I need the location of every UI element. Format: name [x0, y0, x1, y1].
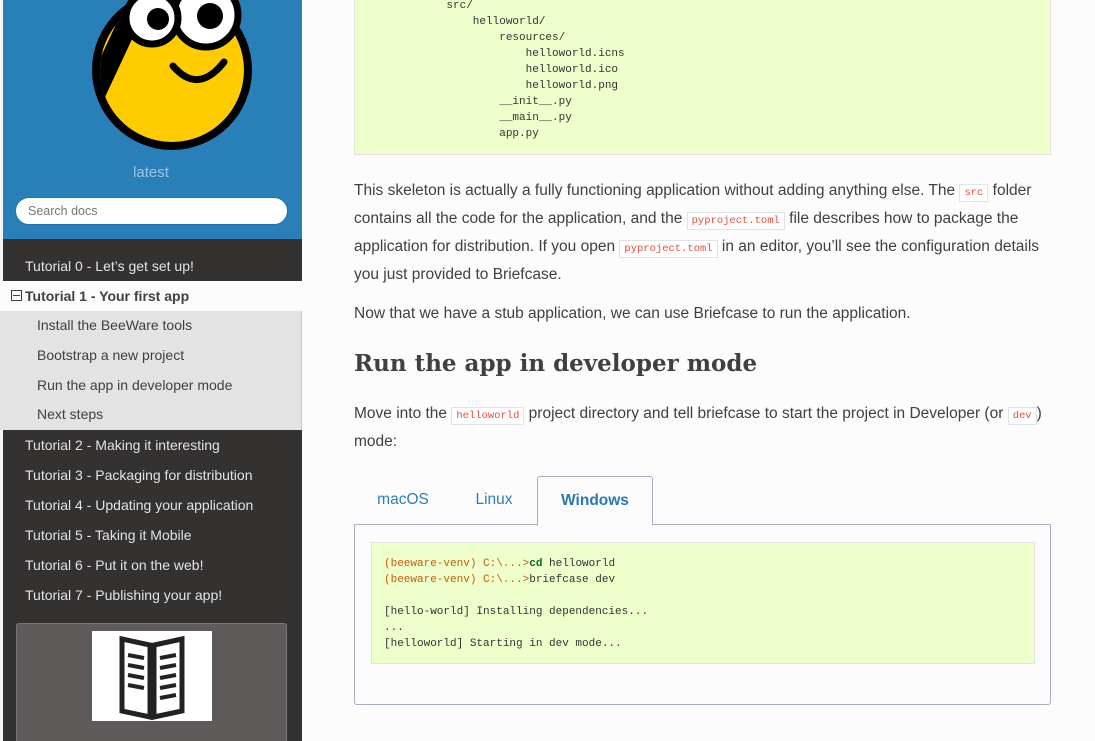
- command: briefcase dev: [529, 574, 616, 586]
- paragraph-move-into: Move into the helloworld project directo…: [354, 401, 1051, 454]
- nav-tutorial-5[interactable]: Tutorial 5 - Taking it Mobile: [0, 520, 302, 550]
- nav-label: Tutorial 4 - Updating your application: [25, 497, 254, 513]
- nav-label: Tutorial 5 - Taking it Mobile: [25, 527, 192, 543]
- console-code-block: (beeware-venv) C:\...>cd helloworld (bee…: [371, 542, 1035, 664]
- tree-line: src/: [420, 0, 473, 12]
- nav-tutorial-6[interactable]: Tutorial 6 - Put it on the web!: [0, 550, 302, 580]
- nav-tutorial-3[interactable]: Tutorial 3 - Packaging for distribution: [0, 460, 302, 490]
- subnav-label: Run the app in developer mode: [37, 376, 233, 393]
- section-heading: Run the app in developer mode: [354, 350, 758, 377]
- subnav-bootstrap-project[interactable]: Bootstrap a new project: [0, 340, 302, 371]
- book-icon: [119, 635, 185, 721]
- subnav-label: Install the BeeWare tools: [37, 317, 193, 333]
- output-line: ...: [384, 622, 404, 634]
- nav-tutorial-4[interactable]: Tutorial 4 - Updating your application: [0, 490, 302, 520]
- text: project directory and tell briefcase to …: [524, 405, 1008, 422]
- paragraph-stub: Now that we have a stub application, we …: [354, 305, 911, 322]
- promo-box[interactable]: [16, 623, 287, 741]
- inline-code-helloworld: helloworld: [451, 407, 525, 425]
- prompt: (beeware-venv) C:\...>: [384, 574, 530, 586]
- subnav-run-dev-mode[interactable]: Run the app in developer mode: [0, 370, 302, 401]
- tree-line: app.py: [420, 128, 539, 140]
- tree-line: __main__.py: [420, 112, 572, 124]
- inline-code-pyproject: pyproject.toml: [686, 212, 785, 230]
- book-icon-frame: [92, 631, 212, 721]
- nav-label: Tutorial 0 - Let’s get set up!: [25, 258, 194, 274]
- text: This skeleton is actually a fully functi…: [354, 182, 960, 199]
- nav-tutorial-0[interactable]: Tutorial 0 - Let’s get set up!: [0, 251, 302, 281]
- output-line: [helloworld] Starting in dev mode...: [384, 638, 622, 650]
- bee-logo-icon[interactable]: [88, 0, 268, 160]
- nav-tutorial-7[interactable]: Tutorial 7 - Publishing your app!: [0, 580, 302, 610]
- tree-line: helloworld/: [420, 16, 546, 28]
- inline-code-dev: dev: [1007, 407, 1037, 425]
- os-tabs: macOS Linux Windows: [354, 476, 1051, 526]
- nav-label: Tutorial 7 - Publishing your app!: [25, 587, 223, 603]
- tab-windows[interactable]: Windows: [537, 476, 653, 526]
- project-tree-code-block: src/ helloworld/ resources/ helloworld.i…: [354, 0, 1051, 155]
- nav-tutorial-1[interactable]: Tutorial 1 - Your first app: [0, 281, 302, 311]
- nav-label: Tutorial 6 - Put it on the web!: [25, 557, 204, 573]
- collapse-toggle-icon[interactable]: [11, 290, 22, 301]
- search-docs-input[interactable]: [15, 197, 288, 225]
- output-line: [hello-world] Installing dependencies...: [384, 606, 649, 618]
- prompt: (beeware-venv) C:\...>: [384, 558, 530, 570]
- tab-macos[interactable]: macOS: [354, 476, 452, 524]
- tree-line: helloworld.ico: [420, 64, 619, 76]
- subnav-label: Next steps: [37, 406, 104, 423]
- paragraph-skeleton: This skeleton is actually a fully functi…: [354, 178, 1051, 287]
- tree-line: resources/: [420, 32, 566, 44]
- tree-line: __init__.py: [420, 96, 572, 108]
- inline-code-pyproject: pyproject.toml: [619, 240, 718, 258]
- subnav-next-steps[interactable]: Next steps: [0, 400, 302, 430]
- version-label[interactable]: latest: [0, 164, 302, 181]
- tree-line: helloworld.png: [420, 80, 619, 92]
- inline-code-src: src: [959, 184, 989, 202]
- tab-linux[interactable]: Linux: [452, 476, 536, 524]
- sidebar: latest Tutorial 0 - Let’s get set up! Tu…: [0, 0, 302, 741]
- sidebar-header: latest: [0, 0, 302, 239]
- subnav-label: Bootstrap a new project: [37, 346, 185, 363]
- subnav-install-tools[interactable]: Install the BeeWare tools: [0, 311, 302, 341]
- nav-tutorial-2[interactable]: Tutorial 2 - Making it interesting: [0, 430, 302, 460]
- tab-panel: (beeware-venv) C:\...>cd helloworld (bee…: [354, 524, 1051, 705]
- text: Move into the: [354, 405, 452, 422]
- sidebar-nav: Tutorial 0 - Let’s get set up! Tutorial …: [0, 251, 302, 610]
- tree-line: helloworld.icns: [420, 48, 625, 60]
- nav-label: Tutorial 2 - Making it interesting: [25, 437, 220, 453]
- nav-label: Tutorial 1 - Your first app: [25, 288, 190, 304]
- nav-label: Tutorial 3 - Packaging for distribution: [25, 467, 253, 483]
- command: cd: [529, 558, 543, 570]
- command-arg: helloworld: [542, 558, 616, 570]
